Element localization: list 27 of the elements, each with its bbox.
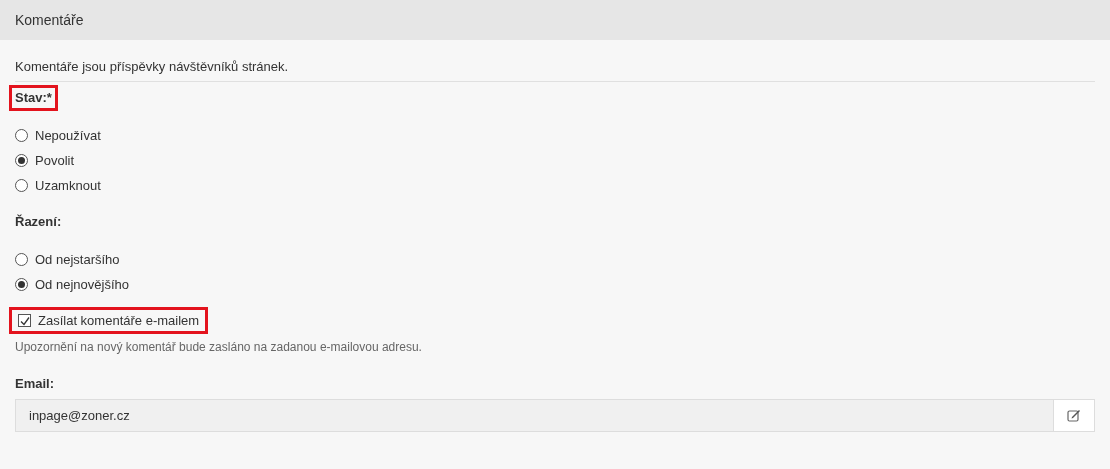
- email-field[interactable]: inpage@zoner.cz: [15, 399, 1053, 432]
- option-label: Povolit: [35, 153, 75, 168]
- option-label: Nepoužívat: [35, 128, 101, 143]
- checkbox-label: Zasílat komentáře e-mailem: [38, 313, 200, 328]
- section-description: Komentáře jsou příspěvky návštěvníků stránek.: [15, 40, 1095, 82]
- radio-option[interactable]: Od nejstaršího: [15, 247, 120, 272]
- option-label: Od nejnovějšího: [35, 277, 129, 292]
- checkbox-option[interactable]: Zasílat komentáře e-mailem: [9, 307, 209, 334]
- radio-option[interactable]: Od nejnovějšího: [15, 272, 129, 297]
- option-label: Od nejstaršího: [35, 252, 120, 267]
- radio-button[interactable]: [15, 154, 28, 167]
- radio-option[interactable]: Povolit: [15, 148, 75, 173]
- radio-button[interactable]: [15, 129, 28, 142]
- section-title: Komentáře: [15, 12, 84, 28]
- radio-option[interactable]: Uzamknout: [15, 173, 101, 198]
- checkbox[interactable]: [18, 314, 31, 327]
- field-label: Řazení:: [15, 214, 62, 230]
- radio-option[interactable]: Nepoužívat: [15, 123, 101, 148]
- check-icon: [19, 315, 30, 326]
- field-label: Stav:*: [9, 85, 58, 111]
- radio-button[interactable]: [15, 278, 28, 291]
- field-label: Email:: [15, 376, 55, 391]
- radio-button[interactable]: [15, 179, 28, 192]
- radio-button[interactable]: [15, 253, 28, 266]
- help-text: Upozornění na nový komentář bude zasláno na zadanou e-mailovou adresu.: [15, 340, 423, 354]
- option-label: Uzamknout: [35, 178, 101, 193]
- edit-icon: [1067, 409, 1081, 422]
